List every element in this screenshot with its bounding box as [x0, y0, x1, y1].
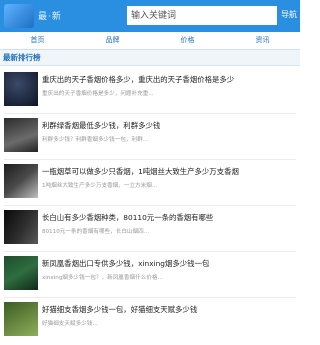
list-item[interactable]: 好猫细支香烟多少钱一包，好猫细支天赋多少钱 好猫细支天赋多少钱...	[4, 301, 296, 341]
nav-item-home[interactable]: 首页	[0, 32, 75, 49]
item-title[interactable]: 一瓶烟草可以做多少只香烟，1吨烟丝大致生产多少万支香烟	[42, 166, 296, 177]
divider	[4, 159, 296, 160]
item-description: 80110元一条的香烟有哪些，长白山烟四...	[42, 229, 150, 235]
item-description: 重庆出的天子香烟价格是多少，问题补充重...	[42, 91, 154, 97]
nav-item-news[interactable]: 资讯	[225, 32, 300, 49]
site-logo[interactable]	[4, 4, 34, 28]
search-input[interactable]	[127, 6, 277, 25]
item-description: 1吨烟丝大致生产多少万支香烟，一立方米烟...	[42, 183, 158, 189]
search-button[interactable]: 导航	[281, 9, 297, 20]
item-description: 利群多少钱？利群香烟多少钱一包，利群...	[42, 137, 149, 143]
logo-text: 最·新	[38, 12, 62, 22]
item-title[interactable]: 利群绿香烟最低多少钱，利群多少钱	[42, 120, 296, 131]
main-nav: 首页 品牌 价格 资讯	[0, 32, 300, 50]
article-list: 重庆出的天子香烟价格多少，重庆出的天子香烟价格是多少 重庆出的天子香烟价格是多少…	[0, 66, 300, 345]
list-item[interactable]: 一瓶烟草可以做多少只香烟，1吨烟丝大致生产多少万支香烟 1吨烟丝大致生产多少万支…	[4, 163, 296, 203]
nav-item-brand[interactable]: 品牌	[75, 32, 150, 49]
item-title[interactable]: 重庆出的天子香烟价格多少，重庆出的天子香烟价格是多少	[42, 74, 296, 85]
item-title[interactable]: 长白山有多少香烟种类，80110元一条的香烟有哪些	[42, 212, 296, 223]
thumbnail-image[interactable]	[4, 164, 38, 198]
nav-item-price[interactable]: 价格	[150, 32, 225, 49]
thumbnail-image[interactable]	[4, 118, 38, 152]
item-description: xinxing烟多少钱一包？，新凤凰香烟什么价格...	[42, 275, 163, 281]
list-item[interactable]: 长白山有多少香烟种类，80110元一条的香烟有哪些 80110元一条的香烟有哪些…	[4, 209, 296, 249]
divider	[4, 251, 296, 252]
app-header: 最·新 导航	[0, 0, 300, 32]
thumbnail-image[interactable]	[4, 256, 38, 290]
list-item[interactable]: 重庆出的天子香烟价格多少，重庆出的天子香烟价格是多少 重庆出的天子香烟价格是多少…	[4, 71, 296, 111]
divider	[4, 205, 296, 206]
list-item[interactable]: 新凤凰香烟出口专供多少钱，xinxing烟多少钱一包 xinxing烟多少钱一包…	[4, 255, 296, 295]
divider	[4, 113, 296, 114]
thumbnail-image[interactable]	[4, 210, 38, 244]
divider	[4, 297, 296, 298]
thumbnail-image[interactable]	[4, 72, 38, 106]
thumbnail-image[interactable]	[4, 302, 38, 336]
list-item[interactable]: 利群绿香烟最低多少钱，利群多少钱 利群多少钱？利群香烟多少钱一包，利群...	[4, 117, 296, 157]
item-title[interactable]: 好猫细支香烟多少钱一包，好猫细支天赋多少钱	[42, 304, 296, 315]
item-description: 好猫细支天赋多少钱...	[42, 321, 98, 327]
item-title[interactable]: 新凤凰香烟出口专供多少钱，xinxing烟多少钱一包	[42, 258, 296, 269]
section-title: 最新排行榜	[0, 50, 300, 66]
